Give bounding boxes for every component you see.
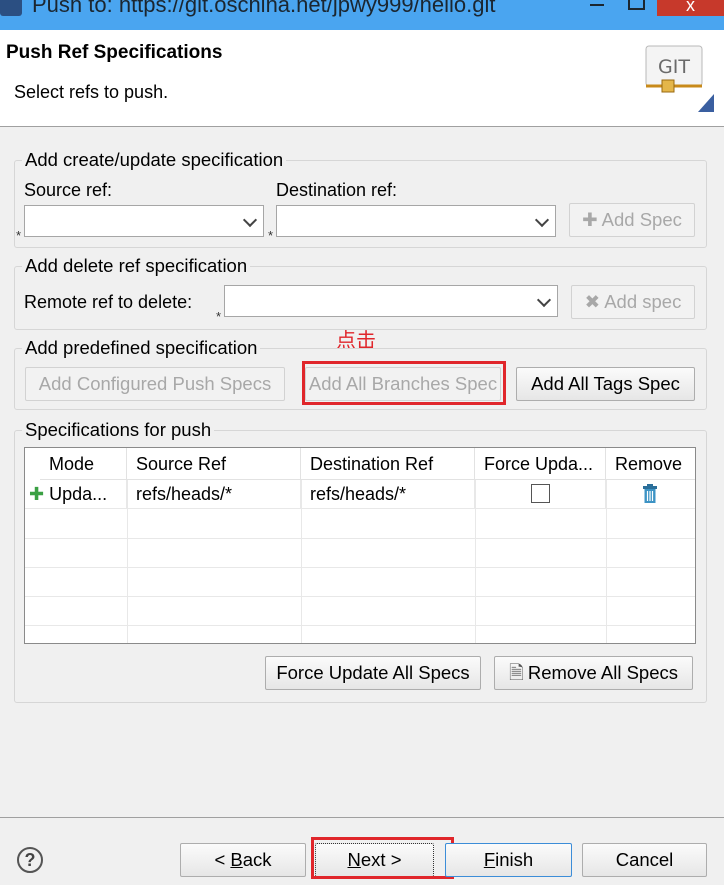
remove-all-icon: 🗎 <box>509 662 524 683</box>
source-ref-label: Source ref: <box>24 180 113 200</box>
trash-icon[interactable] <box>642 484 658 504</box>
highlight-box <box>302 361 506 405</box>
remove-cell <box>606 480 695 509</box>
highlight-box <box>311 837 454 879</box>
remote-ref-label: Remote ref to delete: <box>24 292 193 312</box>
table-gridline <box>127 480 128 643</box>
chevron-down-icon <box>536 292 552 308</box>
back-mnemonic: B <box>230 849 243 870</box>
table-gridline <box>25 596 695 597</box>
git-logo-text: GIT <box>658 56 690 78</box>
required-marker: * <box>268 228 274 243</box>
remote-ref-combo[interactable] <box>224 285 558 317</box>
column-header-remove[interactable]: Remove <box>606 448 695 480</box>
window-titlebar: Push to: https://git.oschina.net/jpwy999… <box>0 0 724 30</box>
close-button[interactable]: x <box>657 0 724 16</box>
add-all-tags-label: Add All Tags Spec <box>531 373 680 394</box>
mode-value: Upda... <box>49 484 108 504</box>
remove-all-specs-button[interactable]: 🗎 Remove All Specs <box>494 656 693 690</box>
force-update-checkbox[interactable] <box>531 484 550 503</box>
page-subtitle: Select refs to push. <box>14 82 169 102</box>
plus-icon: ✚ <box>582 209 598 230</box>
predefined-legend: Add predefined specification <box>22 337 261 359</box>
add-configured-label: Add Configured Push Specs <box>38 373 272 394</box>
git-logo-icon: GIT <box>645 45 714 112</box>
force-update-all-specs-button[interactable]: Force Update All Specs <box>265 656 481 690</box>
maximize-button[interactable] <box>620 0 650 16</box>
column-header-destination-ref[interactable]: Destination Ref <box>301 448 475 480</box>
plus-icon: ✚ <box>29 484 45 504</box>
mode-cell: ✚ Upda... <box>25 480 127 509</box>
column-header-mode[interactable]: Mode <box>40 448 127 480</box>
back-button[interactable]: < Back <box>180 843 306 877</box>
force-update-all-label: Force Update All Specs <box>276 662 470 683</box>
add-all-tags-spec-button[interactable]: Add All Tags Spec <box>516 367 695 401</box>
specifications-table[interactable]: Mode Source Ref Destination Ref Force Up… <box>24 447 696 644</box>
table-gridline <box>606 480 607 643</box>
window-title: Push to: https://git.oschina.net/jpwy999… <box>32 0 496 17</box>
chevron-down-icon <box>534 212 550 228</box>
cancel-button[interactable]: Cancel <box>582 843 707 877</box>
source-ref-cell: refs/heads/* <box>127 480 301 509</box>
footer-separator <box>0 817 724 818</box>
specifications-legend: Specifications for push <box>22 419 215 441</box>
delete-icon: ✖ <box>584 291 601 312</box>
column-header-force-update[interactable]: Force Upda... <box>475 448 606 480</box>
add-delete-spec-button[interactable]: ✖ Add spec <box>571 285 695 319</box>
back-rest: ack <box>242 849 272 870</box>
chevron-down-icon <box>242 212 258 228</box>
required-marker: * <box>216 309 222 324</box>
table-gridline <box>25 538 695 539</box>
cancel-label: Cancel <box>615 849 674 870</box>
eclipse-icon <box>0 0 22 16</box>
add-delete-spec-label: Add spec <box>604 291 682 312</box>
help-icon[interactable]: ? <box>17 847 43 873</box>
wizard-header: Push Ref Specifications Select refs to p… <box>0 30 724 127</box>
delete-ref-legend: Add delete ref specification <box>22 255 251 277</box>
minimize-button[interactable] <box>582 0 612 16</box>
table-gridline <box>25 567 695 568</box>
add-spec-label: Add Spec <box>601 209 682 230</box>
destination-ref-label: Destination ref: <box>276 180 398 200</box>
finish-mnemonic: F <box>483 849 496 870</box>
required-marker: * <box>16 228 22 243</box>
source-ref-combo[interactable] <box>24 205 264 237</box>
destination-ref-cell: refs/heads/* <box>301 480 475 509</box>
destination-ref-combo[interactable] <box>276 205 556 237</box>
remove-all-label: Remove All Specs <box>527 662 678 683</box>
force-update-cell <box>475 480 606 509</box>
table-gridline <box>301 480 302 643</box>
table-gridline <box>25 625 695 626</box>
page-title: Push Ref Specifications <box>6 42 223 63</box>
add-configured-push-specs-button[interactable]: Add Configured Push Specs <box>25 367 285 401</box>
add-spec-button[interactable]: ✚ Add Spec <box>569 203 695 237</box>
finish-rest: inish <box>495 849 534 870</box>
table-gridline <box>475 480 476 643</box>
finish-button[interactable]: Finish <box>445 843 572 877</box>
back-prefix: < <box>214 849 231 870</box>
create-update-legend: Add create/update specification <box>22 149 287 171</box>
column-header-source-ref[interactable]: Source Ref <box>127 448 301 480</box>
